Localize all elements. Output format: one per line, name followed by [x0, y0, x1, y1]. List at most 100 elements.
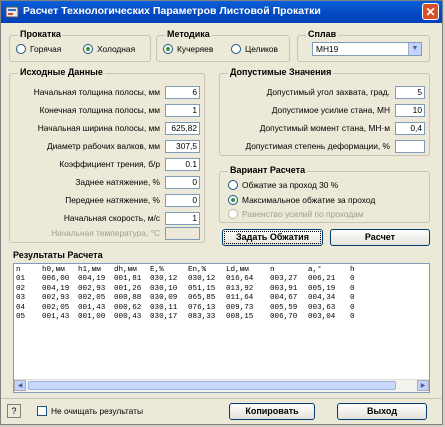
variant-max-reduction-radio[interactable]: Максимальное обжатие за проход	[228, 195, 375, 205]
initial-temperature-input	[165, 227, 200, 240]
table-cell: 004,19	[78, 275, 106, 284]
rolling-group: Прокатка Горячая Холодная	[9, 29, 151, 62]
rolling-cold-radio[interactable]: Холодная	[83, 44, 135, 54]
table-cell: 030,12	[188, 275, 216, 284]
table-cell: 006,21	[308, 275, 336, 284]
radio-selected-icon	[163, 44, 173, 54]
alloy-group: Сплав МН19 ▼	[297, 29, 430, 62]
max-mill-force-label: Допустимое усилие стана, МН	[271, 105, 390, 115]
initial-thickness-input[interactable]: 6	[165, 86, 200, 99]
table-cell: 065,85	[188, 294, 216, 303]
front-tension-input[interactable]: 0	[165, 194, 200, 207]
table-cell: n	[16, 266, 21, 274]
table-cell: E,%	[150, 266, 164, 274]
final-thickness-input[interactable]: 1	[165, 104, 200, 117]
max-mill-torque-input[interactable]: 0,4	[395, 122, 425, 135]
table-cell: 005,59	[270, 303, 298, 312]
results-panel[interactable]: n h0,мм h1,мм dh,мм E,% En,% Ld,мм n a,° h 01 006,0…	[13, 263, 430, 393]
initial-temperature-label: Начальная температура, °С	[51, 228, 160, 238]
scroll-right-icon[interactable]: ▶	[417, 380, 429, 391]
input-data-group: Исходные Данные Начальная толщина полосы…	[9, 67, 205, 243]
keep-results-checkbox[interactable]	[37, 406, 47, 416]
table-cell: 005,19	[308, 284, 336, 293]
table-cell: 004,34	[308, 294, 336, 303]
table-cell: 004,67	[270, 294, 298, 303]
table-cell: h	[350, 266, 355, 274]
table-cell: 003,91	[270, 284, 298, 293]
table-cell: 001,26	[114, 284, 142, 293]
table-cell: 0	[350, 275, 355, 284]
table-cell: 003,63	[308, 303, 336, 312]
roll-diameter-label: Диаметр рабочих валков, мм	[46, 141, 160, 151]
scroll-left-icon[interactable]: ◀	[14, 380, 26, 391]
table-cell: 0	[350, 294, 355, 303]
alloy-select[interactable]: МН19 ▼	[312, 42, 422, 56]
initial-width-input[interactable]: 625,82	[165, 122, 200, 135]
table-cell: 002,05	[78, 294, 106, 303]
table-cell: h0,мм	[42, 266, 65, 274]
radio-icon	[228, 180, 238, 190]
table-cell: 051,15	[188, 284, 216, 293]
calculate-button[interactable]: Расчет	[330, 229, 430, 246]
table-cell: 002,05	[42, 303, 70, 312]
table-cell: 0	[350, 303, 355, 312]
input-data-group-title: Исходные Данные	[18, 67, 105, 77]
table-cell: 003,04	[308, 312, 336, 321]
final-thickness-label: Конечная толщина полосы, мм	[39, 105, 160, 115]
variant-group: Вариант Расчета Обжатие за проход 30 % М…	[219, 165, 430, 223]
title-bar[interactable]: Расчет Технологических Параметров Листов…	[1, 1, 442, 23]
radio-icon	[16, 44, 26, 54]
table-cell: 000,62	[114, 303, 142, 312]
table-cell: 083,33	[188, 312, 216, 321]
table-cell: 030,11	[150, 303, 178, 312]
radio-selected-icon	[228, 195, 238, 205]
close-button[interactable]: ✕	[422, 3, 439, 20]
initial-speed-label: Начальная скорость, м/с	[63, 213, 160, 223]
help-button[interactable]: ?	[7, 404, 21, 418]
table-cell: 0	[350, 312, 355, 321]
max-mill-torque-label: Допустимый момент стана, МН·м	[259, 123, 390, 133]
back-tension-input[interactable]: 0	[165, 176, 200, 189]
initial-speed-input[interactable]: 1	[165, 212, 200, 225]
table-cell: 001,43	[78, 303, 106, 312]
table-cell: 01	[16, 275, 26, 284]
method-group-title: Методика	[165, 29, 212, 39]
table-cell: 011,64	[226, 294, 254, 303]
friction-coefficient-label: Коэффициент трения, б/р	[59, 159, 160, 169]
limits-group-title: Допустимые Значения	[228, 67, 334, 77]
copy-button[interactable]: Копировать	[229, 403, 315, 420]
variant-equal-force-radio: Равенство усилий по проходам	[228, 209, 364, 219]
table-cell: n	[270, 266, 275, 274]
table-cell: En,%	[188, 266, 207, 274]
table-cell: 002,93	[42, 294, 70, 303]
scroll-thumb[interactable]	[28, 381, 396, 390]
method-kucheryaev-radio[interactable]: Кучеряев	[163, 44, 213, 54]
front-tension-label: Переднее натяжение, %	[65, 195, 160, 205]
table-cell: h1,мм	[78, 266, 101, 274]
main-window: Расчет Технологических Параметров Листов…	[0, 0, 443, 425]
max-deformation-input[interactable]	[395, 140, 425, 153]
results-title: Результаты Расчета	[13, 250, 103, 260]
radio-selected-icon	[83, 44, 93, 54]
back-tension-label: Заднее натяжение, %	[75, 177, 160, 187]
chevron-down-icon[interactable]: ▼	[408, 43, 421, 55]
table-cell: 016,64	[226, 275, 254, 284]
max-mill-force-input[interactable]: 10	[395, 104, 425, 117]
friction-coefficient-input[interactable]: 0.1	[165, 158, 200, 171]
table-cell: 004,19	[42, 284, 70, 293]
set-reductions-button[interactable]: Задать Обжатия	[222, 229, 323, 246]
rolling-hot-radio[interactable]: Горячая	[16, 44, 61, 54]
roll-diameter-input[interactable]: 307,5	[165, 140, 200, 153]
table-cell: 002,93	[78, 284, 106, 293]
keep-results-label: Не очищать результаты	[51, 406, 143, 416]
table-cell: 03	[16, 294, 26, 303]
max-bite-angle-input[interactable]: 5	[395, 86, 425, 99]
variant-30-percent-radio[interactable]: Обжатие за проход 30 %	[228, 180, 338, 190]
horizontal-scrollbar[interactable]: ◀ ▶	[14, 379, 429, 392]
table-cell: 030,17	[150, 312, 178, 321]
exit-button[interactable]: Выход	[337, 403, 427, 420]
max-deformation-label: Допустимая степень деформации, %	[245, 141, 390, 151]
method-tselikov-radio[interactable]: Целиков	[231, 44, 278, 54]
table-cell: 0	[350, 284, 355, 293]
app-icon	[5, 6, 19, 18]
